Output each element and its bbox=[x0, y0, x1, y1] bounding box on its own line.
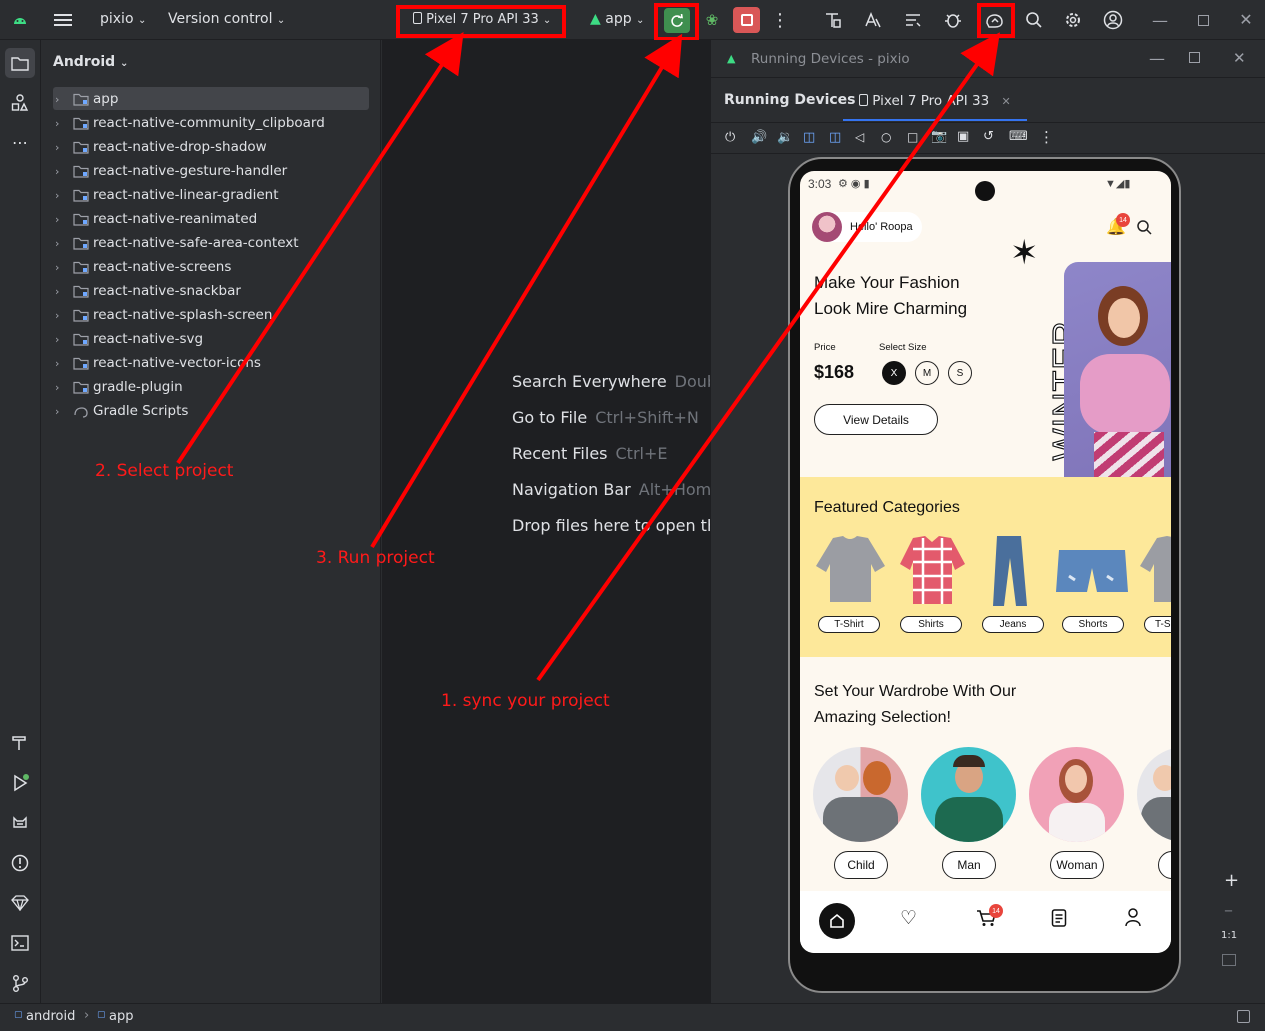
annotation-run-project: 3. Run project bbox=[316, 548, 435, 568]
breadcrumb-android[interactable]: android bbox=[26, 1009, 75, 1024]
annotation-arrows bbox=[176, 31, 1000, 682]
status-bar: ▢ android › ▢ app bbox=[0, 1003, 1265, 1031]
module-icon: ▢ bbox=[14, 1010, 23, 1020]
arrow-to-device-selector bbox=[176, 31, 464, 465]
annotation-select-project: 2. Select project bbox=[95, 461, 234, 481]
breadcrumb-chevron-icon: › bbox=[84, 1008, 90, 1023]
arrow-to-run-button bbox=[370, 33, 683, 549]
arrow-to-sync-button bbox=[536, 32, 1000, 682]
annotation-sync-project: 1. sync your project bbox=[441, 691, 610, 711]
notifications-icon[interactable] bbox=[1237, 1010, 1250, 1023]
module-icon: ▢ bbox=[97, 1010, 106, 1020]
breadcrumb-app[interactable]: app bbox=[109, 1009, 133, 1024]
